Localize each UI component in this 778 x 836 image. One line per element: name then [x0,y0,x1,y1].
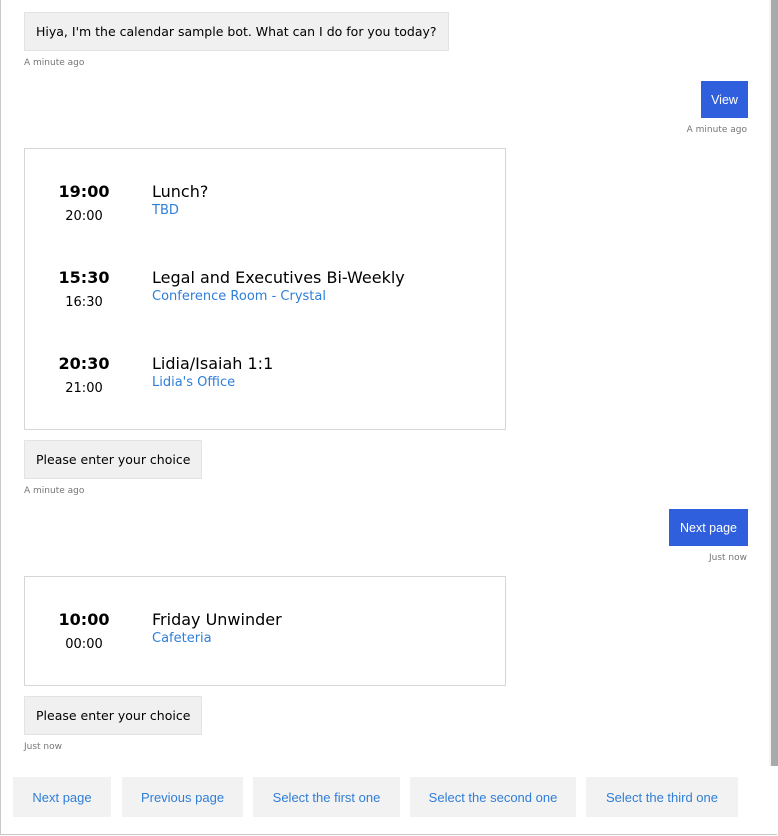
suggested-action-previous-page[interactable]: Previous page [122,777,243,817]
chat-window: Hiya, I'm the calendar sample bot. What … [0,0,778,835]
calendar-events-card: 19:00 20:00 Lunch? TBD 15:30 16:30 Legal… [24,148,506,430]
bot-message-prompt: Please enter your choice [24,440,203,479]
suggested-action-select-second[interactable]: Select the second one [410,777,576,817]
bot-message-text: Please enter your choice [36,452,191,467]
event-end-time: 16:30 [65,295,103,310]
calendar-event[interactable]: 10:00 00:00 Friday Unwinder Cafeteria [25,610,505,670]
user-message-text: View [711,92,738,107]
suggested-action-select-first[interactable]: Select the first one [253,777,400,817]
event-start-time: 20:30 [58,354,110,373]
event-location[interactable]: Cafeteria [152,631,212,646]
user-message-view: View [701,81,748,118]
event-end-time: 00:00 [65,637,103,652]
event-title: Friday Unwinder [152,610,282,629]
message-timestamp: Just now [24,742,63,752]
calendar-event[interactable]: 20:30 21:00 Lidia/Isaiah 1:1 Lidia's Off… [25,354,505,414]
bot-message-text: Hiya, I'm the calendar sample bot. What … [36,24,437,39]
suggested-action-next-page[interactable]: Next page [13,777,111,817]
bot-message-prompt: Please enter your choice [24,696,203,735]
message-timestamp: A minute ago [24,486,85,496]
calendar-event[interactable]: 19:00 20:00 Lunch? TBD [25,182,505,242]
event-start-time: 19:00 [58,182,110,201]
message-timestamp: Just now [708,553,747,563]
event-title: Legal and Executives Bi-Weekly [152,268,405,287]
event-location[interactable]: Lidia's Office [152,375,235,390]
calendar-event[interactable]: 15:30 16:30 Legal and Executives Bi-Week… [25,268,505,328]
event-location[interactable]: Conference Room - Crystal [152,289,326,304]
event-location[interactable]: TBD [152,203,179,218]
user-message-text: Next page [680,520,737,535]
calendar-events-card: 10:00 00:00 Friday Unwinder Cafeteria [24,576,506,686]
message-timestamp: A minute ago [24,58,85,68]
suggested-actions-bar: Next page Previous page Select the first… [1,766,777,834]
user-message-next-page: Next page [669,509,748,546]
event-start-time: 10:00 [58,610,110,629]
scrollbar-thumb[interactable] [771,0,778,766]
event-end-time: 20:00 [65,209,103,224]
event-title: Lidia/Isaiah 1:1 [152,354,274,373]
message-timestamp: A minute ago [686,125,747,135]
bot-message-greeting: Hiya, I'm the calendar sample bot. What … [24,12,449,51]
event-title: Lunch? [152,182,209,201]
bot-message-text: Please enter your choice [36,708,191,723]
event-start-time: 15:30 [58,268,110,287]
event-end-time: 21:00 [65,381,103,396]
suggested-action-select-third[interactable]: Select the third one [586,777,738,817]
